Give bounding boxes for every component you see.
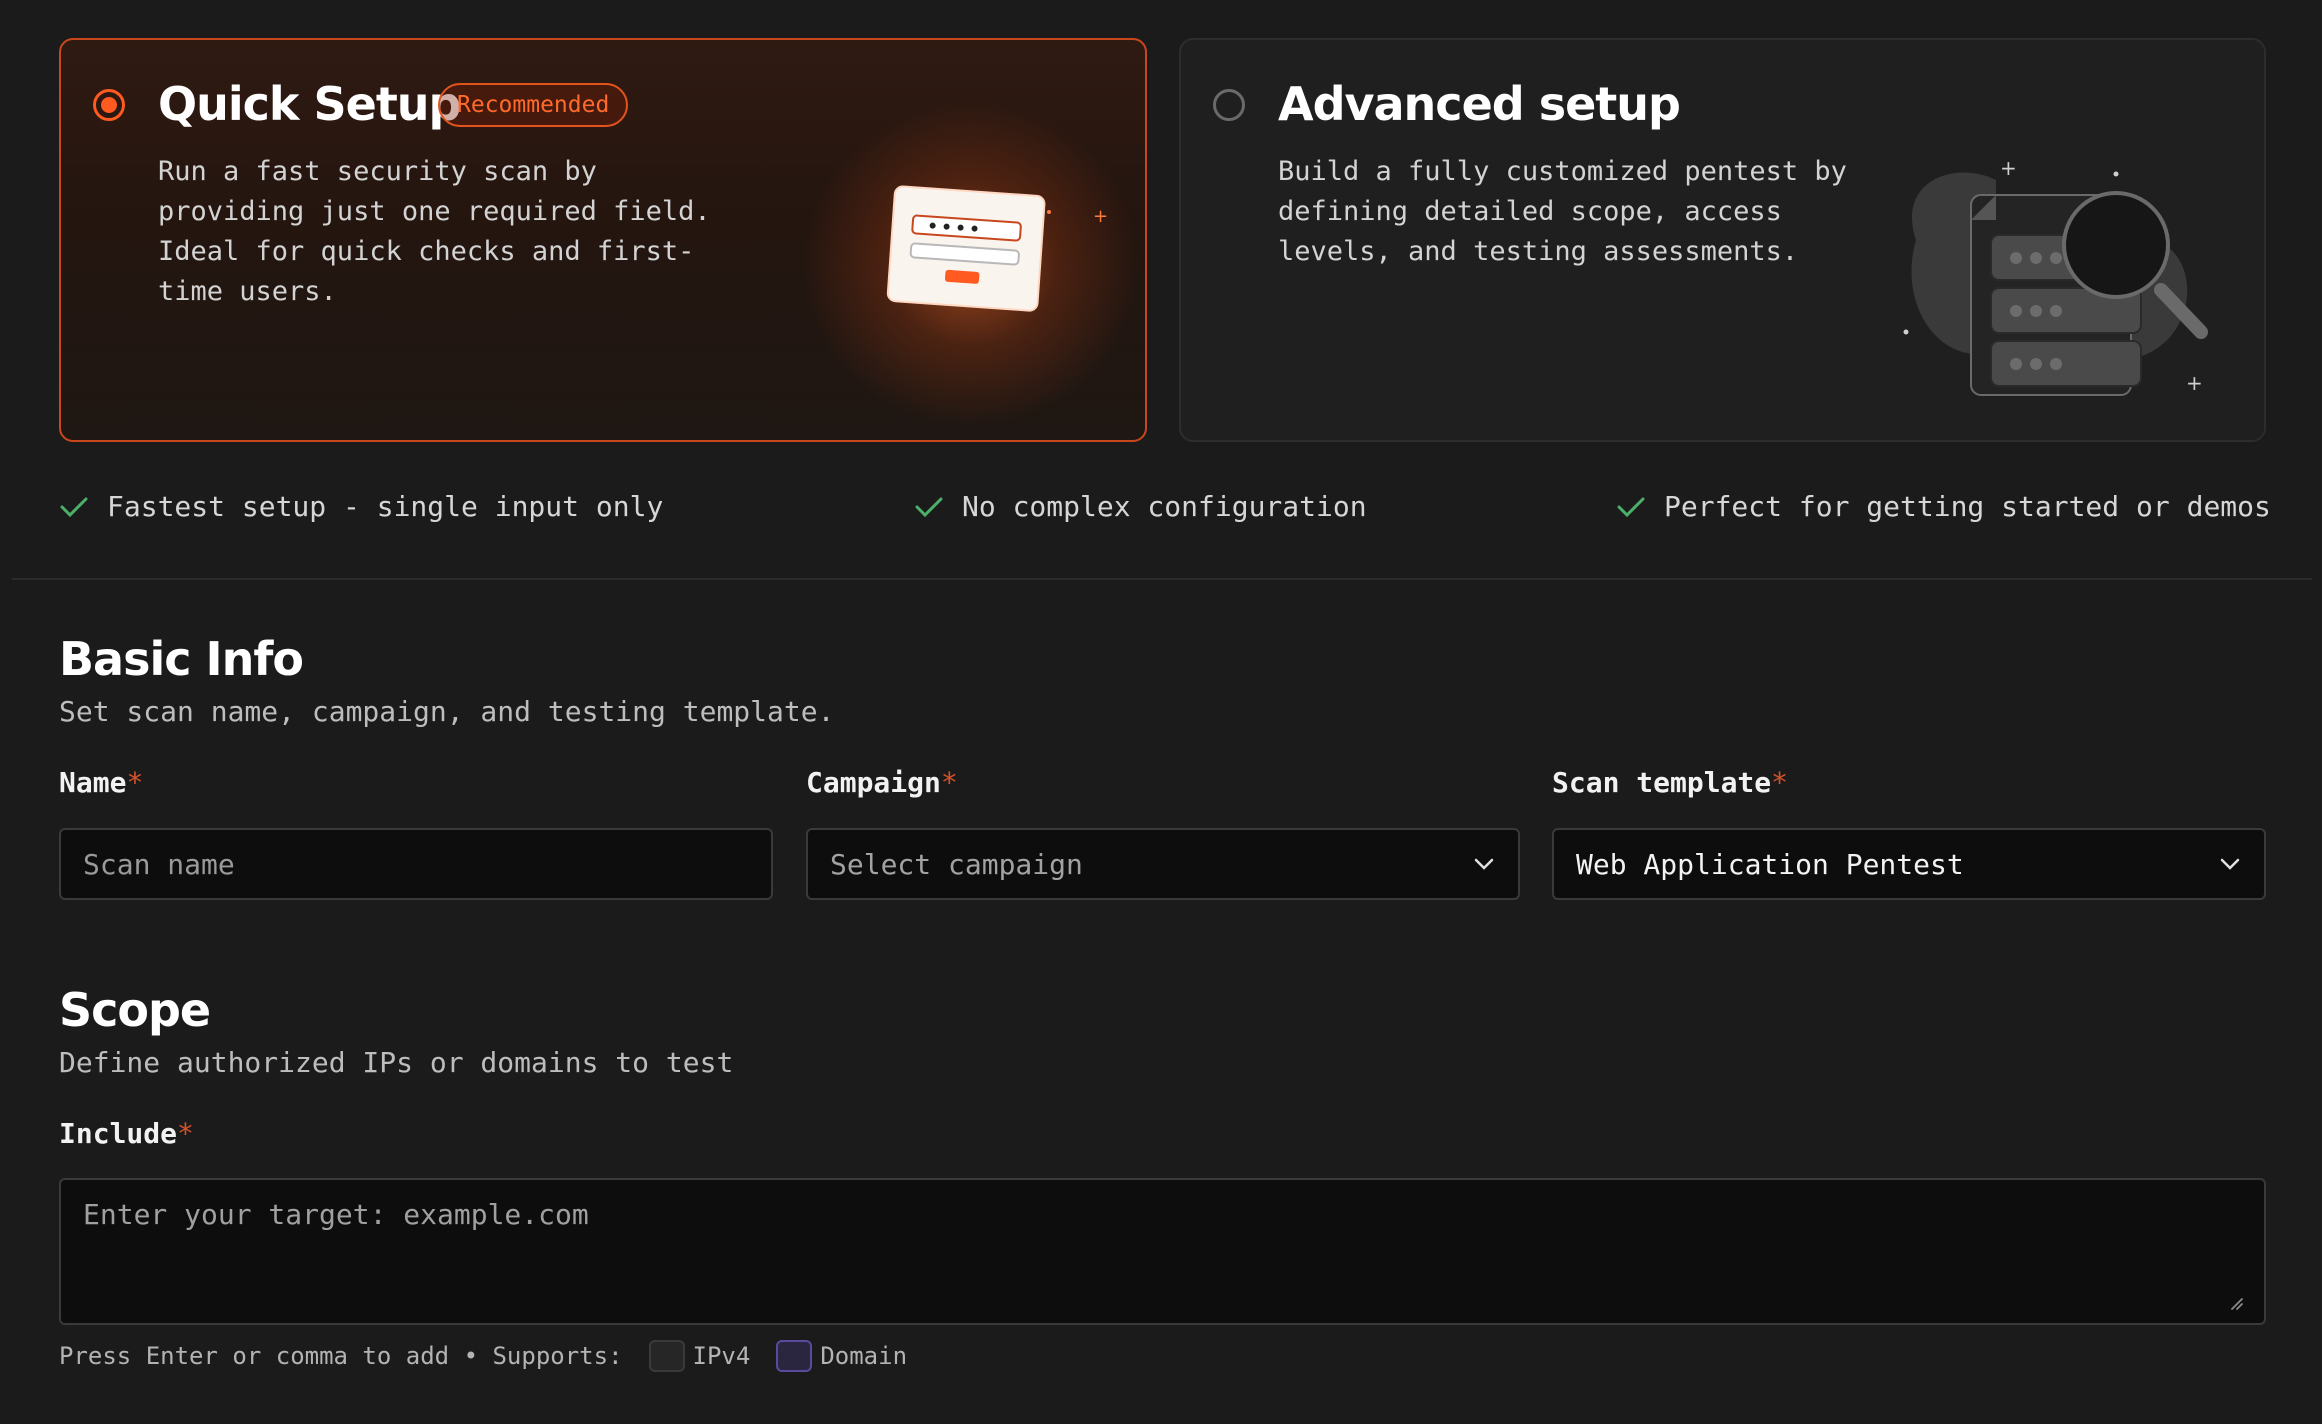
campaign-label: Campaign* bbox=[806, 766, 958, 799]
basic-info-subtitle: Set scan name, campaign, and testing tem… bbox=[59, 695, 835, 728]
domain-type-chip[interactable] bbox=[776, 1340, 813, 1372]
quick-setup-title: Quick Setup bbox=[158, 77, 461, 131]
resize-handle-icon[interactable] bbox=[2230, 1297, 2244, 1311]
chevron-down-icon bbox=[2220, 858, 2240, 870]
campaign-select[interactable]: Select campaign bbox=[806, 828, 1520, 900]
login-form-illustration: + bbox=[886, 185, 1108, 312]
scan-template-select-value: Web Application Pentest bbox=[1576, 847, 1964, 881]
scan-template-select[interactable]: Web Application Pentest bbox=[1552, 828, 2266, 900]
include-field[interactable] bbox=[59, 1178, 2266, 1325]
scope-subtitle: Define authorized IPs or domains to test bbox=[59, 1046, 734, 1079]
feature-item: Fastest setup - single input only bbox=[59, 490, 663, 523]
new-scan-page: Quick Setup Recommended Run a fast secur… bbox=[0, 0, 2322, 1424]
scan-template-label: Scan template* bbox=[1552, 766, 1789, 799]
advanced-setup-radio[interactable] bbox=[1213, 89, 1245, 121]
feature-text: Perfect for getting started or demos bbox=[1664, 490, 2271, 523]
scope-title: Scope bbox=[59, 983, 211, 1037]
include-textarea[interactable] bbox=[61, 1180, 2264, 1323]
name-label: Name* bbox=[59, 766, 144, 799]
ipv4-type-chip[interactable] bbox=[648, 1340, 685, 1372]
check-icon bbox=[60, 497, 88, 517]
domain-type-label: Domain bbox=[820, 1342, 908, 1370]
feature-text: Fastest setup - single input only bbox=[107, 490, 664, 523]
svg-text:+: + bbox=[2000, 156, 2017, 180]
ipv4-type-label: IPv4 bbox=[692, 1342, 751, 1370]
scan-name-field[interactable] bbox=[59, 828, 773, 900]
feature-item: Perfect for getting started or demos bbox=[1616, 490, 2271, 523]
svg-text:+: + bbox=[2186, 371, 2203, 395]
server-search-illustration: + + bbox=[1903, 156, 2208, 396]
section-divider bbox=[12, 578, 2312, 580]
chevron-down-icon bbox=[1474, 858, 1494, 870]
feature-item: No complex configuration bbox=[914, 490, 1367, 523]
quick-setup-card[interactable]: Quick Setup Recommended Run a fast secur… bbox=[59, 38, 1147, 442]
check-icon bbox=[1617, 497, 1645, 517]
advanced-setup-title: Advanced setup bbox=[1278, 77, 1681, 131]
scan-name-input[interactable] bbox=[83, 847, 749, 881]
quick-setup-description: Run a fast security scan by providing ju… bbox=[158, 156, 711, 307]
include-hint: Press Enter or comma to add • Supports: … bbox=[59, 1340, 907, 1372]
advanced-setup-card[interactable]: Advanced setup Build a fully customized … bbox=[1179, 38, 2266, 442]
advanced-setup-description: Build a fully customized pentest by defi… bbox=[1278, 156, 1847, 267]
check-icon bbox=[915, 497, 943, 517]
quick-setup-radio[interactable] bbox=[93, 89, 125, 121]
hint-text: Press Enter or comma to add • Supports: bbox=[59, 1342, 623, 1370]
recommended-badge: Recommended bbox=[438, 83, 629, 127]
include-label: Include* bbox=[59, 1117, 194, 1150]
basic-info-title: Basic Info bbox=[59, 632, 304, 686]
feature-text: No complex configuration bbox=[962, 490, 1367, 523]
campaign-select-value: Select campaign bbox=[830, 847, 1083, 881]
svg-text:+: + bbox=[1093, 206, 1108, 227]
